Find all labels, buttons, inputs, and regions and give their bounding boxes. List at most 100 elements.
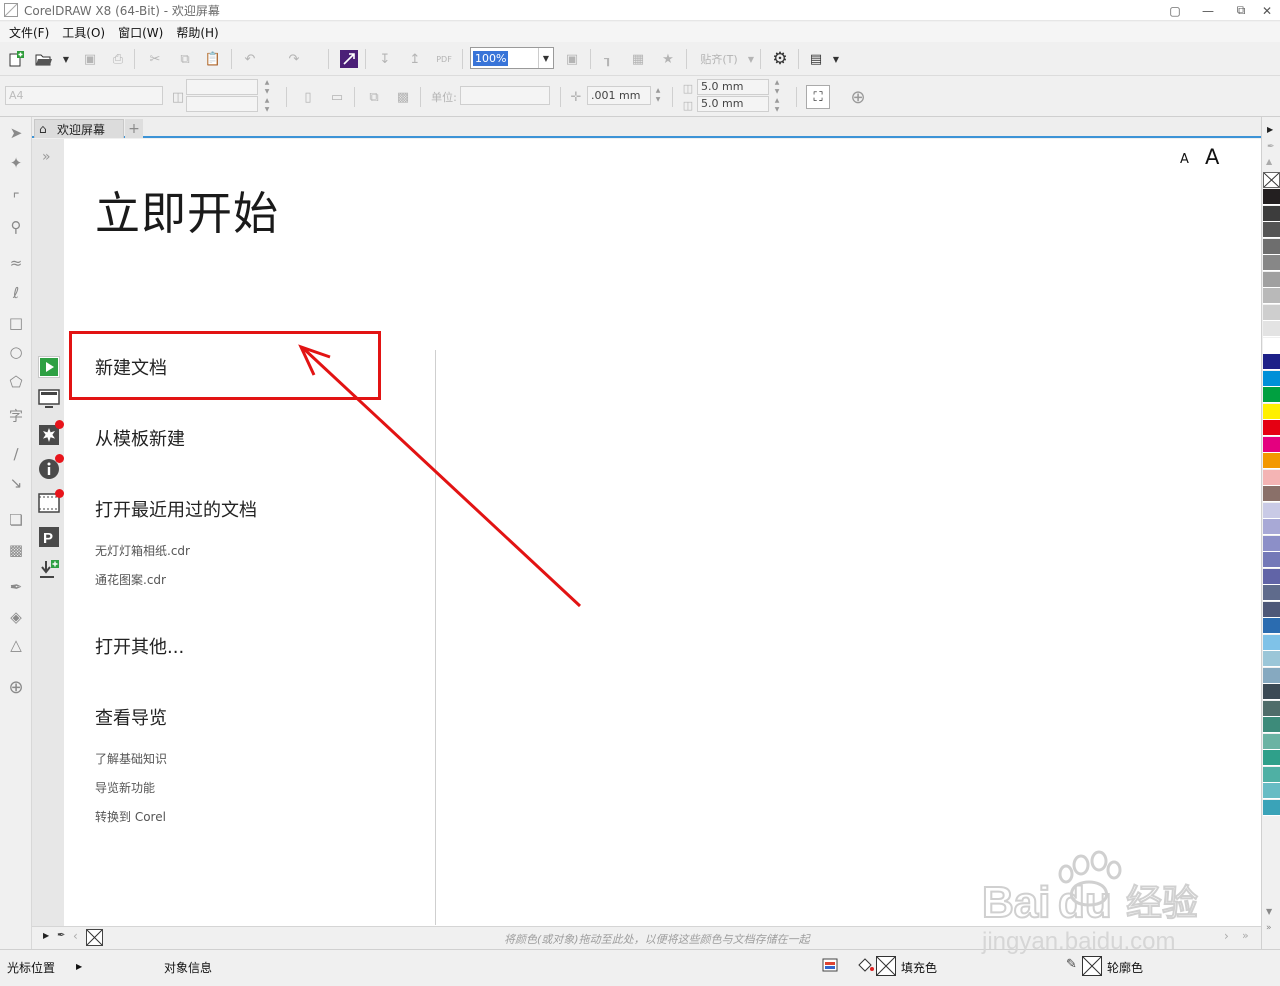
palette-color-swatch[interactable]: [1263, 552, 1280, 568]
units-select[interactable]: [460, 86, 550, 105]
palette-color-swatch[interactable]: [1263, 321, 1280, 337]
palette-color-swatch[interactable]: [1263, 535, 1280, 552]
menu-window[interactable]: 窗口(W): [113, 24, 168, 41]
palette-scroll-up-icon[interactable]: ▲: [1266, 157, 1272, 166]
palette-color-swatch[interactable]: [1263, 733, 1280, 750]
palette-color-swatch[interactable]: [1263, 502, 1280, 519]
palette-color-swatch[interactable]: [1263, 337, 1280, 354]
print-icon[interactable]: ⎙: [108, 49, 128, 69]
export-icon[interactable]: ↥: [405, 49, 425, 69]
publish-pdf-icon[interactable]: PDF: [434, 49, 454, 69]
add-tab-button[interactable]: +: [125, 119, 143, 138]
palette-color-swatch[interactable]: [1263, 469, 1280, 486]
freehand-tool-icon[interactable]: ≈: [6, 253, 26, 273]
palette-color-swatch[interactable]: [1263, 387, 1280, 403]
duplicate-y-field[interactable]: 5.0 mm: [697, 96, 769, 112]
menu-tools[interactable]: 工具(O): [57, 24, 110, 41]
page-size-select[interactable]: A4: [5, 86, 163, 105]
polygon-tool-icon[interactable]: ⬠: [6, 372, 26, 392]
duplicate-x-spin[interactable]: ▲ ▼: [772, 78, 782, 97]
doc-no-color-swatch[interactable]: [86, 929, 103, 946]
transparency-tool-icon[interactable]: ▩: [6, 540, 26, 560]
palette-color-swatch[interactable]: [1263, 436, 1280, 453]
font-size-large-button[interactable]: A: [1205, 145, 1219, 169]
palette-color-swatch[interactable]: [1263, 634, 1280, 651]
whats-new-icon[interactable]: [38, 420, 64, 446]
parallel-dimension-tool-icon[interactable]: ∕: [6, 444, 26, 464]
account-icon[interactable]: ▢: [1160, 0, 1190, 21]
copy-icon[interactable]: ⧉: [175, 49, 195, 69]
palette-color-swatch[interactable]: [1263, 799, 1280, 816]
snap-dropdown-icon[interactable]: ▼: [741, 49, 761, 69]
chevron-down-icon[interactable]: ▼: [538, 48, 553, 68]
palette-color-swatch[interactable]: [1263, 618, 1280, 634]
undo-icon[interactable]: ↶: [240, 49, 260, 69]
palette-color-swatch[interactable]: [1263, 766, 1280, 783]
treat-as-filled-icon[interactable]: ⛶: [806, 85, 830, 109]
palette-color-swatch[interactable]: [1263, 651, 1280, 667]
palette-color-swatch[interactable]: [1263, 354, 1280, 370]
palette-color-swatch[interactable]: [1263, 238, 1280, 255]
workspace-icon[interactable]: [38, 389, 60, 411]
page-height-field[interactable]: [186, 96, 258, 112]
palette-color-swatch[interactable]: [1263, 453, 1280, 469]
nudge-distance-field[interactable]: .001 mm: [587, 86, 651, 105]
palette-color-swatch[interactable]: [1263, 304, 1280, 321]
show-guidelines-icon[interactable]: ★: [658, 49, 678, 69]
show-rulers-icon[interactable]: ┒: [598, 49, 618, 69]
palette-expand-icon[interactable]: »: [1266, 923, 1272, 933]
pick-tool-icon[interactable]: ➤: [6, 123, 26, 143]
palette-color-swatch[interactable]: [1263, 288, 1280, 304]
shape-tool-icon[interactable]: ✦: [6, 153, 26, 173]
text-tool-icon[interactable]: 字: [6, 406, 26, 426]
palette-color-swatch[interactable]: [1263, 189, 1280, 205]
rectangle-tool-icon[interactable]: □: [6, 313, 26, 333]
doc-palette-menu-icon[interactable]: ▶: [43, 931, 49, 940]
open-dropdown-icon[interactable]: ▼: [56, 49, 76, 69]
snap-to-button[interactable]: 贴齐(T): [695, 49, 743, 69]
portrait-icon[interactable]: ▯: [298, 87, 318, 107]
palette-color-swatch[interactable]: [1263, 205, 1280, 222]
show-grid-icon[interactable]: ▦: [628, 49, 648, 69]
get-started-icon[interactable]: [38, 356, 60, 378]
palette-color-swatch[interactable]: [1263, 585, 1280, 601]
palette-color-swatch[interactable]: [1263, 783, 1280, 799]
palette-color-swatch[interactable]: [1263, 519, 1280, 535]
doc-palette-left-icon[interactable]: ‹: [73, 929, 78, 943]
doc-palette-pen-icon[interactable]: ✒: [57, 930, 65, 941]
eyedropper-tool-icon[interactable]: ✒: [6, 577, 26, 597]
connector-tool-icon[interactable]: ↘: [6, 473, 26, 493]
tour-new-features-link[interactable]: 导览新功能: [95, 779, 155, 796]
redo-icon[interactable]: ↷: [284, 49, 304, 69]
drop-shadow-tool-icon[interactable]: ❏: [6, 510, 26, 530]
product-details-icon[interactable]: P: [38, 526, 60, 548]
save-icon[interactable]: ▣: [80, 49, 100, 69]
cut-icon[interactable]: ✂: [145, 49, 165, 69]
palette-color-swatch[interactable]: [1263, 486, 1280, 502]
menu-file[interactable]: 文件(F): [4, 24, 54, 41]
new-document-icon[interactable]: [6, 49, 26, 69]
artistic-media-tool-icon[interactable]: ℓ: [6, 283, 26, 303]
current-page-icon[interactable]: ▩: [393, 87, 413, 107]
full-screen-icon[interactable]: ▣: [562, 49, 582, 69]
page-width-spin[interactable]: ▲ ▼: [262, 78, 272, 97]
search-content-icon[interactable]: [339, 49, 359, 69]
doc-palette-right-icon[interactable]: ›: [1224, 929, 1229, 943]
gallery-film-icon[interactable]: [38, 489, 64, 515]
options-gear-icon[interactable]: ⚙: [770, 49, 790, 69]
palette-color-swatch[interactable]: [1263, 601, 1280, 618]
info-icon[interactable]: [38, 454, 64, 480]
nudge-spin[interactable]: ▲ ▼: [653, 86, 663, 105]
palette-color-swatch[interactable]: [1263, 403, 1280, 420]
duplicate-x-field[interactable]: 5.0 mm: [697, 79, 769, 95]
zoom-tool-icon[interactable]: ⚲: [6, 217, 26, 237]
open-folder-icon[interactable]: [34, 49, 54, 69]
minimize-button[interactable]: —: [1193, 0, 1223, 21]
no-color-swatch[interactable]: [1263, 172, 1280, 188]
launcher-dropdown-icon[interactable]: ▼: [826, 49, 846, 69]
palette-color-swatch[interactable]: [1263, 667, 1280, 684]
get-more-download-icon[interactable]: [38, 559, 60, 581]
landscape-icon[interactable]: ▭: [327, 87, 347, 107]
palette-color-swatch[interactable]: [1263, 370, 1280, 387]
learn-basics-link[interactable]: 了解基础知识: [95, 750, 167, 767]
